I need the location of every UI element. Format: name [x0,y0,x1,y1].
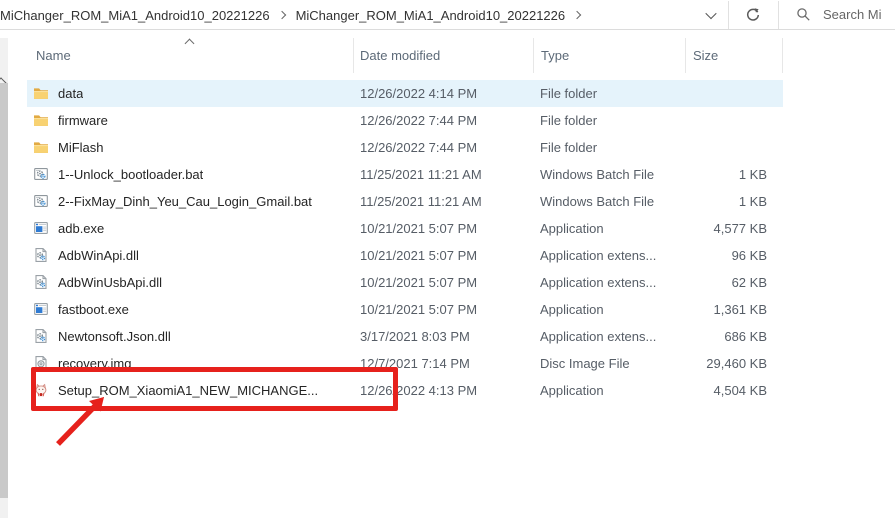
scrollbar-thumb[interactable] [0,83,8,498]
file-name: Newtonsoft.Json.dll [58,323,171,350]
file-date: 10/21/2021 5:07 PM [360,269,477,296]
file-row[interactable]: MiFlash 12/26/2022 7:44 PM File folder [27,134,783,161]
file-name: recovery.img [58,350,131,377]
file-explorer-window: MiChanger_ROM_MiA1_Android10_20221226 Mi… [0,0,895,518]
file-date: 12/7/2021 7:14 PM [360,350,470,377]
file-row[interactable]: AdbWinApi.dll 10/21/2021 5:07 PM Applicati… [27,242,783,269]
file-size: 4,504 KB [657,377,775,404]
file-row[interactable]: firmware 12/26/2022 7:44 PM File folder [27,107,783,134]
dll-icon [33,247,49,263]
dll-icon [33,274,49,290]
file-date: 10/21/2021 5:07 PM [360,215,477,242]
file-date: 10/21/2021 5:07 PM [360,242,477,269]
file-name: adb.exe [58,215,104,242]
file-type: Disc Image File [540,350,630,377]
file-row[interactable]: 1--Unlock_bootloader.bat 11/25/2021 11:21… [27,161,783,188]
file-date: 11/25/2021 11:21 AM [360,188,482,215]
file-size: 1 KB [657,161,775,188]
folder-icon [33,112,49,128]
file-row[interactable]: AdbWinUsbApi.dll 10/21/2021 5:07 PM Applic… [27,269,783,296]
file-type: File folder [540,80,597,107]
file-row[interactable]: adb.exe 10/21/2021 5:07 PM Application 4,57… [27,215,783,242]
file-date: 12/26/2022 4:14 PM [360,80,477,107]
application-icon [33,220,49,236]
file-row[interactable]: fastboot.exe 10/21/2021 5:07 PM Applicatio… [27,296,783,323]
application-icon [33,301,49,317]
file-name: fastboot.exe [58,296,129,323]
file-type: Application extens... [540,242,656,269]
file-size: 96 KB [657,242,775,269]
file-row[interactable]: Setup_ROM_XiaomiA1_NEW_MICHANGE... 12/26/… [27,377,783,404]
file-list: data12/26/2022 4:14 PMFile folderfirmwar… [27,0,783,518]
file-type: Windows Batch File [540,188,654,215]
file-name: 1--Unlock_bootloader.bat [58,161,203,188]
file-type: File folder [540,134,597,161]
search-box[interactable]: Search Mi [779,0,895,29]
file-size: 4,577 KB [657,215,775,242]
file-name: 2--FixMay_Dinh_Yeu_Cau_Login_Gmail.bat [58,188,312,215]
file-type: Application [540,215,604,242]
file-size: 686 KB [657,323,775,350]
folder-icon [33,85,49,101]
file-type: File folder [540,107,597,134]
file-name: AdbWinApi.dll [58,242,139,269]
folder-icon [33,139,49,155]
file-date: 12/26/2022 7:44 PM [360,107,477,134]
file-name: AdbWinUsbApi.dll [58,269,162,296]
file-date: 12/26/2022 7:44 PM [360,134,477,161]
file-name: MiFlash [58,134,104,161]
file-date: 11/25/2021 11:21 AM [360,161,482,188]
file-row[interactable]: 2--FixMay_Dinh_Yeu_Cau_Login_Gmail.bat 11… [27,188,783,215]
file-name: firmware [58,107,108,134]
file-date: 12/26/2022 4:13 PM [360,377,477,404]
file-type: Application [540,296,604,323]
file-date: 10/21/2021 5:07 PM [360,296,477,323]
file-size: 29,460 KB [657,350,775,377]
file-date: 3/17/2021 8:03 PM [360,323,470,350]
scrollbar[interactable] [0,38,8,518]
file-row[interactable]: recovery.img 12/7/2021 7:14 PM Disc Image … [27,350,783,377]
dll-icon [33,328,49,344]
batch-file-icon [33,166,49,182]
disc-image-icon [33,355,49,371]
search-input[interactable]: Search Mi [823,7,882,22]
file-type: Application extens... [540,323,656,350]
file-type: Application extens... [540,269,656,296]
file-type: Application [540,377,604,404]
file-size: 1,361 KB [657,296,775,323]
file-size: 62 KB [657,269,775,296]
batch-file-icon [33,193,49,209]
file-type: Windows Batch File [540,161,654,188]
file-size: 1 KB [657,188,775,215]
search-icon [796,7,811,22]
file-name: Setup_ROM_XiaomiA1_NEW_MICHANGE... [58,377,318,404]
setup-cat-icon [33,382,49,398]
file-row[interactable]: Newtonsoft.Json.dll 3/17/2021 8:03 PM Appl… [27,323,783,350]
file-name: data [58,80,83,107]
file-row[interactable]: data 12/26/2022 4:14 PM File folder [27,80,783,107]
